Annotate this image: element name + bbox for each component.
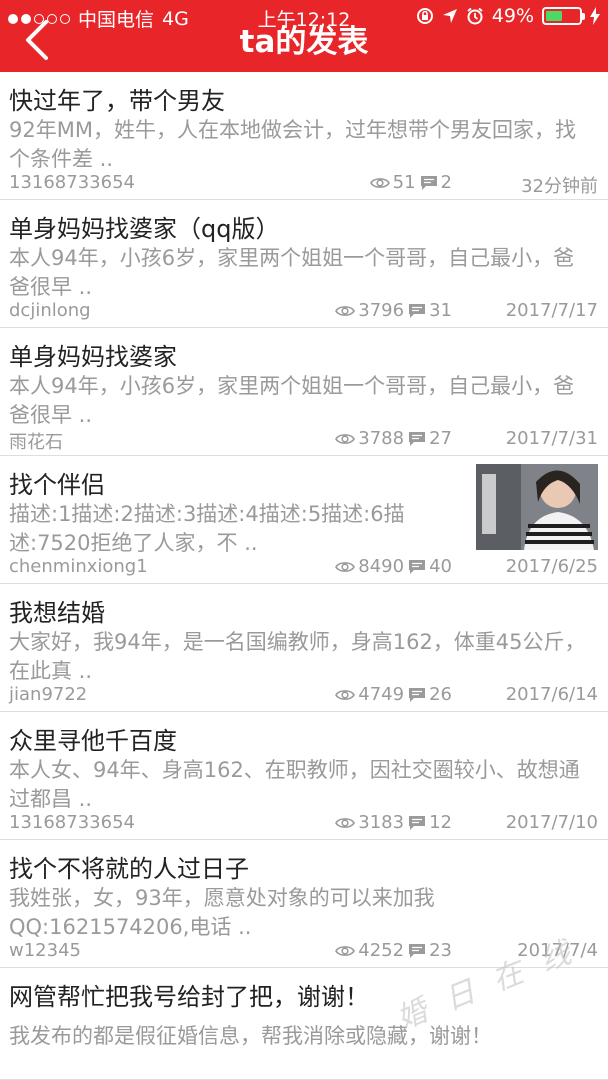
- post-date: 2017/7/17: [505, 300, 598, 321]
- views-count: 3788: [358, 428, 405, 449]
- post-author: chenminxiong1: [9, 556, 148, 577]
- comments-stat: 2: [420, 172, 452, 193]
- comment-icon: [409, 431, 426, 446]
- post-title: 众里寻他千百度: [9, 727, 177, 755]
- post-date: 2017/6/14: [505, 684, 598, 705]
- comment-icon: [409, 559, 426, 574]
- post-item[interactable]: 单身妈妈找婆家 本人94年，小孩6岁，家里两个姐姐一个哥哥，自己最小，爸爸很早 …: [0, 328, 608, 456]
- post-description: 描述:1描述:2描述:3描述:4描述:5描述:6描述:7520拒绝了人家，不 .…: [9, 502, 405, 555]
- page-title: ta的发表: [239, 24, 369, 60]
- comments-count: 12: [429, 812, 452, 833]
- comments-count: 27: [429, 428, 452, 449]
- eye-icon: [335, 561, 356, 572]
- post-meta: chenminxiong1 8490 40 2017/6/25: [9, 556, 598, 580]
- comments-stat: 12: [408, 812, 452, 833]
- comments-count: 23: [429, 940, 452, 961]
- eye-icon: [369, 177, 390, 188]
- eye-icon: [335, 433, 356, 444]
- comment-icon: [409, 303, 426, 318]
- comment-icon: [409, 687, 426, 702]
- views-stat: 3788: [335, 428, 404, 449]
- eye-icon: [335, 817, 356, 828]
- post-date: 2017/7/10: [505, 812, 598, 833]
- post-date: 32分钟前: [521, 176, 598, 197]
- views-stat: 4749: [335, 684, 404, 705]
- post-title: 找个不将就的人过日子: [9, 855, 249, 883]
- views-count: 51: [392, 172, 416, 193]
- comments-stat: 31: [408, 300, 452, 321]
- post-author: w12345: [9, 940, 81, 961]
- post-author: 13168733654: [9, 172, 135, 193]
- app-header: 中国电信 4G 上午12:12 49% ta的发表: [0, 0, 608, 72]
- post-title: 快过年了，带个男友: [9, 87, 225, 115]
- views-stat: 4252: [335, 940, 404, 961]
- post-thumbnail: [476, 464, 598, 550]
- post-title: 单身妈妈找婆家: [9, 343, 177, 371]
- post-stats: 3183 12: [335, 812, 452, 833]
- comments-count: 31: [429, 300, 452, 321]
- post-description: 我姓张，女，93年，愿意处对象的可以来加我QQ:1621574206,电话 ..: [9, 886, 435, 939]
- post-stats: 4749 26: [335, 684, 452, 705]
- post-title: 单身妈妈找婆家（qq版）: [9, 215, 280, 243]
- eye-icon: [335, 945, 356, 956]
- post-meta: 13168733654 51 2 32分钟前: [9, 172, 598, 197]
- post-item[interactable]: 众里寻他千百度 本人女、94年、身高162、在职教师，因社交圈较小、故想通过都昌…: [0, 712, 608, 840]
- comment-icon: [420, 175, 437, 190]
- comments-count: 40: [429, 556, 452, 577]
- comment-icon: [409, 815, 426, 830]
- post-meta: 雨花石 3788 27 2017/7/31: [9, 428, 598, 453]
- post-item[interactable]: 单身妈妈找婆家（qq版） 本人94年，小孩6岁，家里两个姐姐一个哥哥，自己最小，…: [0, 200, 608, 328]
- post-meta: jian9722 4749 26 2017/6/14: [9, 684, 598, 708]
- post-meta: dcjinlong 3796 31 2017/7/17: [9, 300, 598, 324]
- post-description: 大家好，我94年，是一名国编教师，身高162，体重45公斤，在此真 ..: [9, 630, 586, 683]
- comments-count: 26: [429, 684, 452, 705]
- views-count: 3796: [358, 300, 405, 321]
- post-author: dcjinlong: [9, 300, 91, 321]
- views-count: 4749: [358, 684, 405, 705]
- post-meta: 13168733654 3183 12 2017/7/10: [9, 812, 598, 836]
- post-date: 2017/7/31: [505, 428, 598, 449]
- post-stats: 4252 23: [335, 940, 452, 961]
- post-stats: 51 2: [369, 172, 452, 193]
- post-description: 本人94年，小孩6岁，家里两个姐姐一个哥哥，自己最小，爸爸很早 ..: [9, 374, 575, 427]
- post-list: 快过年了，带个男友 92年MM，姓牛，人在本地做会计，过年想带个男友回家，找个条…: [0, 72, 608, 1080]
- post-stats: 3796 31: [335, 300, 452, 321]
- comments-stat: 27: [408, 428, 452, 449]
- post-title: 网管帮忙把我号给封了把，谢谢！: [9, 983, 369, 1011]
- post-author: jian9722: [9, 684, 88, 705]
- post-title: 找个伴侣: [9, 471, 105, 499]
- comments-stat: 23: [408, 940, 452, 961]
- post-date: 2017/6/25: [505, 556, 598, 577]
- views-stat: 51: [369, 172, 416, 193]
- post-author: 雨花石: [9, 432, 63, 453]
- post-description: 本人94年，小孩6岁，家里两个姐姐一个哥哥，自己最小，爸爸很早 ..: [9, 246, 575, 299]
- views-count: 4252: [358, 940, 405, 961]
- comments-count: 2: [440, 172, 452, 193]
- post-stats: 3788 27: [335, 428, 452, 449]
- views-stat: 3796: [335, 300, 404, 321]
- post-description: 我发布的都是假征婚信息，帮我消除或隐藏，谢谢！: [9, 1024, 492, 1048]
- comment-icon: [409, 943, 426, 958]
- post-title: 我想结婚: [9, 599, 105, 627]
- post-item[interactable]: 我想结婚 大家好，我94年，是一名国编教师，身高162，体重45公斤，在此真 .…: [0, 584, 608, 712]
- post-author: 13168733654: [9, 812, 135, 833]
- post-stats: 8490 40: [335, 556, 452, 577]
- post-description: 92年MM，姓牛，人在本地做会计，过年想带个男友回家，找个条件差 ..: [9, 118, 576, 171]
- eye-icon: [335, 689, 356, 700]
- comments-stat: 26: [408, 684, 452, 705]
- views-stat: 3183: [335, 812, 404, 833]
- post-description: 本人女、94年、身高162、在职教师，因社交圈较小、故想通过都昌 ..: [9, 758, 580, 811]
- eye-icon: [335, 305, 356, 316]
- views-count: 3183: [358, 812, 405, 833]
- views-count: 8490: [358, 556, 405, 577]
- comments-stat: 40: [408, 556, 452, 577]
- views-stat: 8490: [335, 556, 404, 577]
- post-item[interactable]: 找个伴侣 描述:1描述:2描述:3描述:4描述:5描述:6描述:7520拒绝了人…: [0, 456, 608, 584]
- post-item[interactable]: 快过年了，带个男友 92年MM，姓牛，人在本地做会计，过年想带个男友回家，找个条…: [0, 72, 608, 200]
